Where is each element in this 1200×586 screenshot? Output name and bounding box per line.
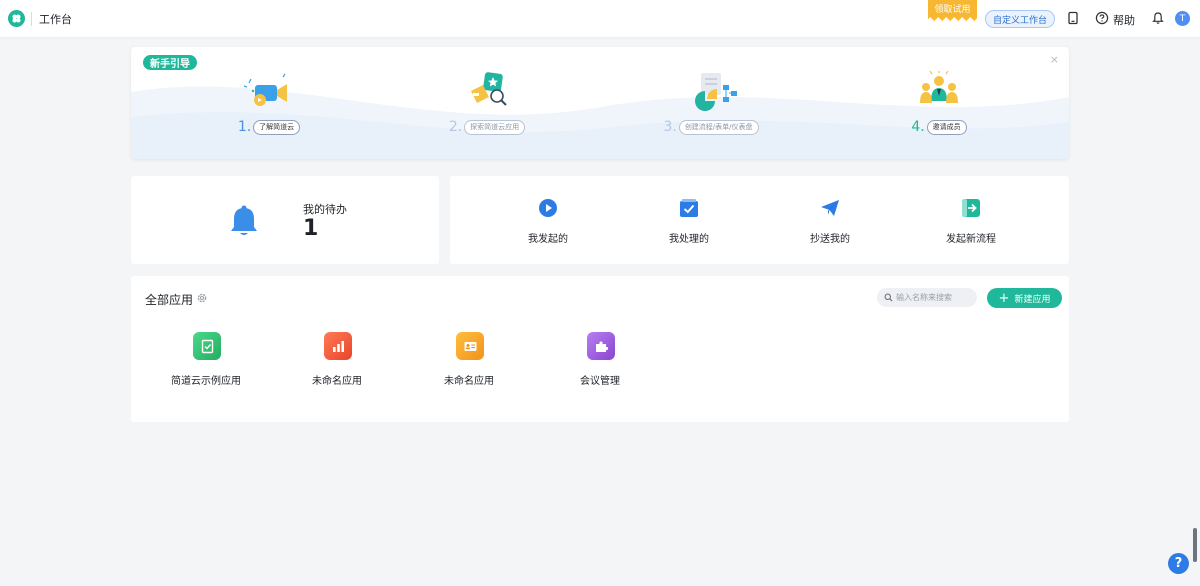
app-item[interactable]: 未命名应用 [287,332,387,392]
id-card-icon [456,332,484,360]
all-apps-card: 全部应用 + 新建应用 简道云示例应用 未命名应用 未命名应用 会议管理 [131,276,1069,422]
check-box-icon [679,197,699,219]
help-float-button[interactable]: ? [1168,553,1189,574]
enter-flow-icon [961,197,981,219]
process-item-cc[interactable]: 抄送我的 [780,197,880,247]
app-search[interactable] [877,288,977,307]
divider [31,12,32,26]
help-circle-icon[interactable] [1095,11,1109,25]
process-item-label: 发起新流程 [946,234,996,245]
search-icon [884,293,893,302]
app-logo[interactable] [8,10,25,27]
scrollbar-thumb[interactable] [1193,528,1197,562]
app-label: 简道云示例应用 [171,376,241,387]
guide-step-4[interactable]: 4. 邀请成员 [889,71,989,151]
trial-badge[interactable]: 领取试用 [928,0,977,21]
step-caption: 4. 邀请成员 [889,119,989,135]
step-label[interactable]: 探索简道云应用 [464,119,526,135]
app-label: 未命名应用 [444,376,494,387]
process-item-new-flow[interactable]: 发起新流程 [921,197,1021,247]
new-app-label: 新建应用 [1014,294,1051,305]
app-label: 未命名应用 [312,376,362,387]
avatar[interactable]: T [1175,11,1190,26]
tablet-icon[interactable] [1066,11,1080,25]
process-item-label: 抄送我的 [810,234,850,245]
step-number: 4. [911,119,925,135]
app-item[interactable]: 会议管理 [550,332,650,392]
clover-icon [12,14,21,23]
guide-step-2[interactable]: 2. 探索简道云应用 [437,71,537,151]
process-item-label: 我处理的 [669,234,709,245]
todo-label: 我的待办 [303,203,347,216]
search-input[interactable] [896,293,976,302]
top-bar: 工作台 领取试用 自定义工作台 帮助 T [0,0,1200,37]
todo-count: 1 [303,216,319,241]
bell-icon[interactable] [1151,11,1165,25]
process-item-initiated[interactable]: 我发起的 [498,197,598,247]
check-doc-icon [193,332,221,360]
process-item-handled[interactable]: 我处理的 [639,197,739,247]
guide-step-3[interactable]: 3. 创建流程/表单/仪表盘 [661,71,761,151]
guide-step-1[interactable]: 1. 了解简道云 [219,71,319,151]
app-item[interactable]: 未命名应用 [419,332,519,392]
guide-tag: 新手引导 [143,55,197,70]
onboarding-guide: 新手引导 × 1. 了解简道云 2. 探索简道云应用 3. 创建流程/表单/仪表… [131,47,1069,159]
play-circle-icon [538,197,558,219]
page-title: 工作台 [39,13,72,26]
paper-plane-icon [820,197,840,219]
customize-workbench-button[interactable]: 自定义工作台 [985,10,1055,28]
step-label[interactable]: 了解简道云 [253,119,301,135]
app-item[interactable]: 简道云示例应用 [156,332,256,392]
help-link[interactable]: 帮助 [1113,12,1135,28]
close-icon[interactable]: × [1050,53,1059,66]
bell-icon [231,205,257,235]
step-number: 3. [663,119,677,135]
step-number: 1. [237,119,252,135]
team-members-illustration [920,71,958,103]
new-app-button[interactable]: + 新建应用 [987,288,1062,308]
process-item-label: 我发起的 [528,234,568,245]
step-caption: 1. 了解简道云 [219,119,319,135]
plus-icon: + [998,290,1010,306]
step-label[interactable]: 创建流程/表单/仪表盘 [678,119,759,135]
step-caption: 2. 探索简道云应用 [437,119,537,135]
apps-section-title: 全部应用 [145,293,194,307]
app-label: 会议管理 [580,376,620,387]
flow-chart-illustration [695,73,737,111]
todo-card[interactable]: 我的待办 1 [131,176,439,264]
step-number: 2. [448,119,463,135]
step-label[interactable]: 邀请成员 [926,119,967,135]
video-camera-illustration [243,73,287,106]
puzzle-icon [587,332,615,360]
gear-icon[interactable] [196,292,208,304]
bar-chart-icon [324,332,352,360]
step-caption: 3. 创建流程/表单/仪表盘 [661,119,761,135]
star-search-illustration [471,72,507,106]
process-shortcuts-card: 我发起的 我处理的 抄送我的 发起新流程 [450,176,1069,264]
